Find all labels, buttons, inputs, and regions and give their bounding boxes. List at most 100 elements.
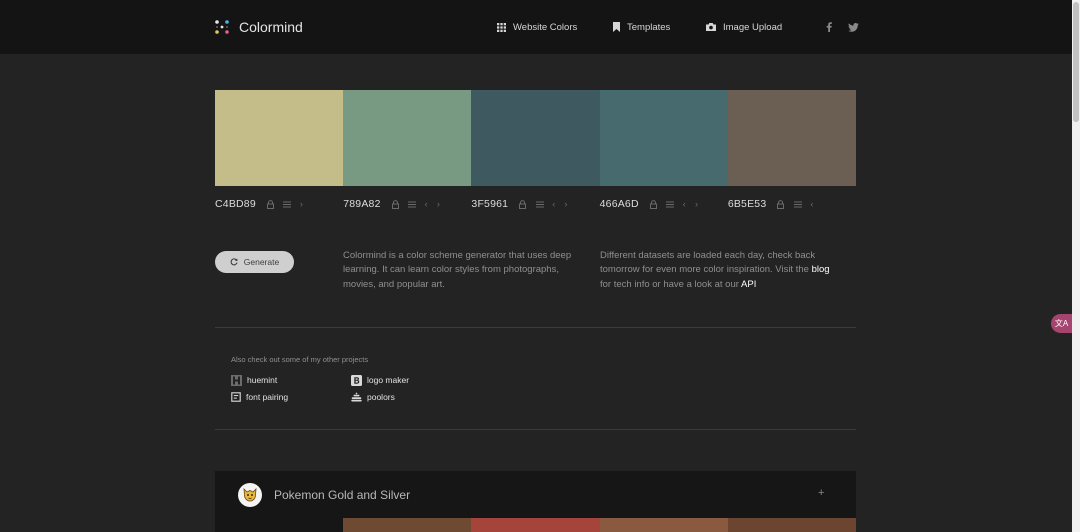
description-right-text-2: for tech info or have a look at our <box>600 278 742 290</box>
brand-logo[interactable]: Colormind <box>214 17 303 37</box>
project-huemint[interactable]: huemint <box>231 374 277 386</box>
twitter-link[interactable] <box>846 20 860 34</box>
hex-code[interactable]: 789A82 <box>343 198 380 210</box>
font-pairing-icon <box>231 392 241 402</box>
project-logo-maker[interactable]: logo maker <box>351 374 409 386</box>
pokemon-icon <box>243 487 257 502</box>
swatch-label-5: 6B5E53 ‹ <box>728 197 856 211</box>
lock-button[interactable] <box>391 199 400 209</box>
project-poolors[interactable]: poolors <box>351 391 395 403</box>
sliders-icon <box>408 201 417 207</box>
swatch-5[interactable] <box>727 90 857 186</box>
description-left: Colormind is a color scheme generator th… <box>343 250 572 290</box>
project-font-pairing[interactable]: font pairing <box>231 391 288 403</box>
bookmark-icon <box>613 22 620 32</box>
expand-button[interactable]: + <box>818 487 824 499</box>
card-swatch-4 <box>599 518 728 532</box>
nav-templates-label: Templates <box>627 21 671 33</box>
swatch-3[interactable] <box>471 90 600 186</box>
project-font-pairing-label: font pairing <box>246 392 289 402</box>
navbar: Colormind Website Colors Templates Image… <box>0 0 1072 54</box>
sliders-icon <box>793 201 802 207</box>
blog-link[interactable]: blog <box>812 264 830 275</box>
other-projects-heading: Also check out some of my other projects <box>231 355 369 364</box>
hex-code[interactable]: C4BD89 <box>215 198 256 210</box>
hex-code[interactable]: 6B5E53 <box>728 198 767 210</box>
lock-icon <box>391 199 399 209</box>
nav-website-colors[interactable]: Website Colors <box>497 20 577 34</box>
sliders-icon <box>283 201 292 207</box>
lock-icon <box>649 199 657 209</box>
palette-card[interactable]: Pokemon Gold and Silver + <box>215 471 856 532</box>
lock-button[interactable] <box>776 199 785 209</box>
scrollbar[interactable] <box>1072 0 1080 532</box>
generate-button[interactable]: Generate <box>215 251 294 273</box>
move-left-button[interactable]: ‹ <box>810 199 813 209</box>
description-right-text-1: Different datasets are loaded each day, … <box>600 250 816 276</box>
lock-icon <box>777 199 785 209</box>
card-swatch-3 <box>471 518 600 532</box>
move-right-button[interactable]: › <box>437 199 440 209</box>
translate-widget[interactable]: 文A <box>1051 314 1072 333</box>
poolors-icon <box>351 392 362 402</box>
divider-top <box>215 327 856 328</box>
camera-icon <box>706 23 716 31</box>
nav-templates[interactable]: Templates <box>613 20 670 34</box>
palette <box>215 90 857 186</box>
sliders-icon <box>666 201 675 207</box>
move-left-button[interactable]: ‹ <box>552 199 555 209</box>
swatch-4[interactable] <box>599 90 728 186</box>
swatch-label-2: 789A82 ‹ › <box>343 197 471 211</box>
card-swatch-5 <box>727 518 856 532</box>
card-title: Pokemon Gold and Silver <box>274 488 411 502</box>
card-avatar <box>238 483 262 507</box>
move-left-button[interactable]: ‹ <box>425 199 428 209</box>
project-poolors-label: poolors <box>367 392 395 402</box>
nav-image-upload[interactable]: Image Upload <box>706 20 782 34</box>
adjust-button[interactable] <box>666 199 675 209</box>
divider-bottom <box>215 429 856 430</box>
colormind-logo-icon <box>215 20 229 34</box>
lock-button[interactable] <box>518 199 527 209</box>
lock-button[interactable] <box>266 199 275 209</box>
move-right-button[interactable]: › <box>564 199 567 209</box>
refresh-icon <box>230 258 238 266</box>
adjust-button[interactable] <box>793 199 802 209</box>
swatch-labels: C4BD89 › 789A82 ‹ › 3F5961 ‹ › 466A6D ‹ … <box>215 197 856 211</box>
swatch-1[interactable] <box>215 90 344 186</box>
facebook-icon <box>826 22 832 32</box>
nav-website-colors-label: Website Colors <box>513 21 578 33</box>
nav-image-upload-label: Image Upload <box>723 21 783 33</box>
card-swatch-2 <box>343 518 472 532</box>
lock-icon <box>519 199 527 209</box>
project-huemint-label: huemint <box>247 375 278 385</box>
swatch-label-4: 466A6D ‹ › <box>600 197 728 211</box>
adjust-button[interactable] <box>283 199 292 209</box>
api-link[interactable]: API <box>741 279 756 290</box>
facebook-link[interactable] <box>822 20 836 34</box>
grid-icon <box>497 22 506 32</box>
huemint-icon <box>231 374 242 386</box>
description-right: Different datasets are loaded each day, … <box>600 249 836 292</box>
swatch-2[interactable] <box>343 90 472 186</box>
generate-label: Generate <box>243 257 280 267</box>
project-logo-maker-label: logo maker <box>367 375 410 385</box>
move-left-button[interactable]: ‹ <box>683 199 686 209</box>
move-right-button[interactable]: › <box>695 199 698 209</box>
hex-code[interactable]: 3F5961 <box>471 198 508 210</box>
sliders-icon <box>535 201 544 207</box>
brand-name: Colormind <box>239 19 303 35</box>
adjust-button[interactable] <box>408 199 417 209</box>
adjust-button[interactable] <box>535 199 544 209</box>
lock-icon <box>266 199 274 209</box>
swatch-label-1: C4BD89 › <box>215 197 343 211</box>
lock-button[interactable] <box>649 199 658 209</box>
translate-icon: 文A <box>1054 319 1069 328</box>
twitter-icon <box>847 22 859 32</box>
hex-code[interactable]: 466A6D <box>600 198 639 210</box>
card-palette-strip <box>215 518 856 532</box>
scrollbar-thumb[interactable] <box>1073 2 1079 122</box>
move-right-button[interactable]: › <box>300 199 303 209</box>
logo-maker-icon <box>351 374 362 386</box>
card-swatch-1 <box>215 518 344 532</box>
